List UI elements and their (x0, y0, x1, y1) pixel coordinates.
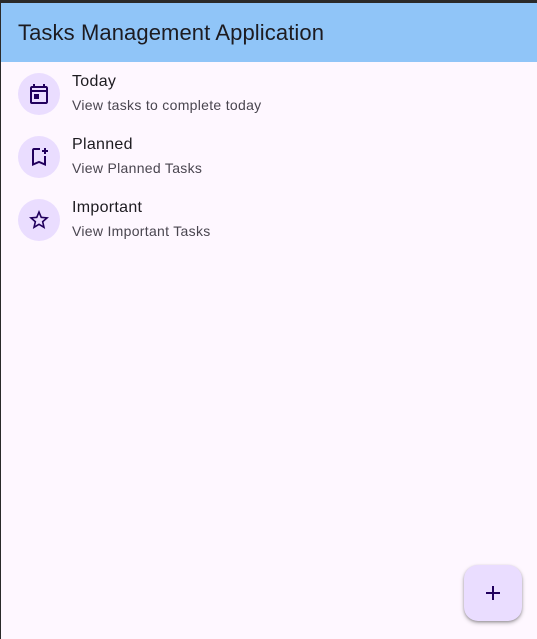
top-app-bar: Tasks Management Application (1, 3, 537, 62)
list-item-headline: Planned (72, 136, 133, 153)
list-item-today[interactable]: Today View tasks to complete today (1, 62, 537, 125)
bookmark-add-icon (27, 145, 51, 169)
list-item-supporting-text: View Important Tasks (72, 223, 211, 239)
list-item-headline: Important (72, 199, 143, 216)
list-item-planned[interactable]: Planned View Planned Tasks (1, 125, 537, 188)
list-item-supporting-text: View tasks to complete today (72, 97, 262, 113)
calendar-today-icon (27, 82, 51, 106)
app-window: Tasks Management Application Today View … (1, 3, 537, 639)
today-avatar (18, 73, 60, 115)
list-item-headline: Today (72, 73, 117, 90)
app-title: Tasks Management Application (18, 19, 325, 45)
star-outline-icon (27, 208, 51, 232)
add-icon (481, 581, 505, 605)
add-task-fab[interactable] (464, 565, 522, 621)
important-avatar (18, 199, 60, 241)
planned-avatar (18, 136, 60, 178)
list-item-supporting-text: View Planned Tasks (72, 160, 203, 176)
list-item-important[interactable]: Important View Important Tasks (1, 188, 537, 251)
task-category-list: Today View tasks to complete today Plann… (1, 62, 537, 251)
